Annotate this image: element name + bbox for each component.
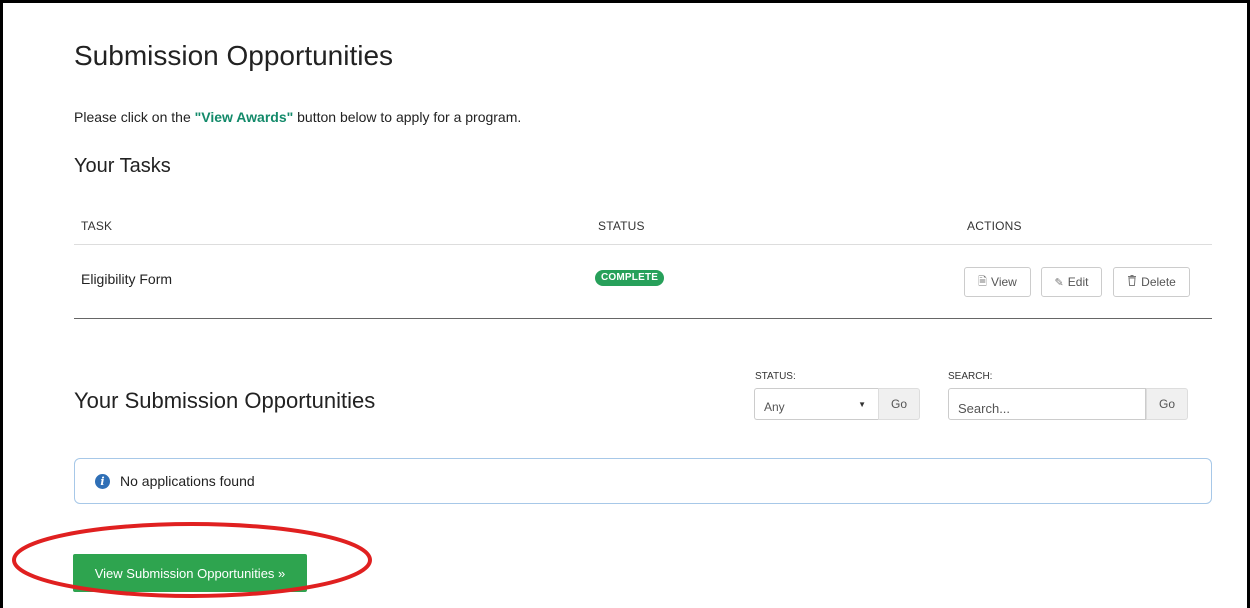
opportunities-heading: Your Submission Opportunities (74, 388, 376, 413)
empty-state-alert: i No applications found (74, 458, 1212, 504)
status-filter-select[interactable]: Any ▼ (754, 388, 878, 420)
status-badge: COMPLETE (595, 270, 665, 286)
status-filter-value: Any (764, 400, 785, 414)
intro-text: Please click on the "View Awards" button… (74, 109, 521, 125)
column-header-task: TASK (81, 219, 113, 233)
intro-text-before: Please click on the (74, 109, 195, 125)
column-header-actions: ACTIONS (967, 219, 1022, 233)
info-icon: i (95, 473, 110, 489)
annotation-ellipse (12, 522, 372, 598)
page-title: Submission Opportunities (74, 40, 394, 71)
status-filter-label: STATUS: (755, 371, 796, 382)
document-icon: 🗎 (978, 275, 988, 288)
task-name: Eligibility Form (81, 271, 173, 287)
table-bottom-divider (74, 318, 1212, 319)
pencil-icon: ✎ (1054, 276, 1064, 289)
trash-icon (1127, 275, 1137, 289)
intro-highlight: "View Awards" (194, 109, 294, 125)
view-button-label: View (991, 275, 1017, 289)
table-header-divider (74, 244, 1212, 245)
tasks-heading: Your Tasks (74, 155, 171, 177)
delete-button[interactable]: Delete (1113, 267, 1190, 297)
column-header-status: STATUS (598, 219, 645, 233)
delete-button-label: Delete (1141, 275, 1176, 289)
edit-button-label: Edit (1067, 275, 1089, 289)
caret-down-icon: ▼ (858, 400, 866, 409)
search-input[interactable] (948, 388, 1146, 420)
intro-text-after: button below to apply for a program. (293, 109, 522, 125)
status-go-button[interactable]: Go (878, 388, 920, 420)
search-label: SEARCH: (948, 371, 993, 382)
view-button[interactable]: 🗎 View (964, 267, 1031, 297)
edit-button[interactable]: ✎ Edit (1041, 267, 1102, 297)
screenshot-frame (0, 0, 1250, 608)
search-go-button[interactable]: Go (1146, 388, 1188, 420)
empty-state-message: No applications found (120, 473, 255, 489)
